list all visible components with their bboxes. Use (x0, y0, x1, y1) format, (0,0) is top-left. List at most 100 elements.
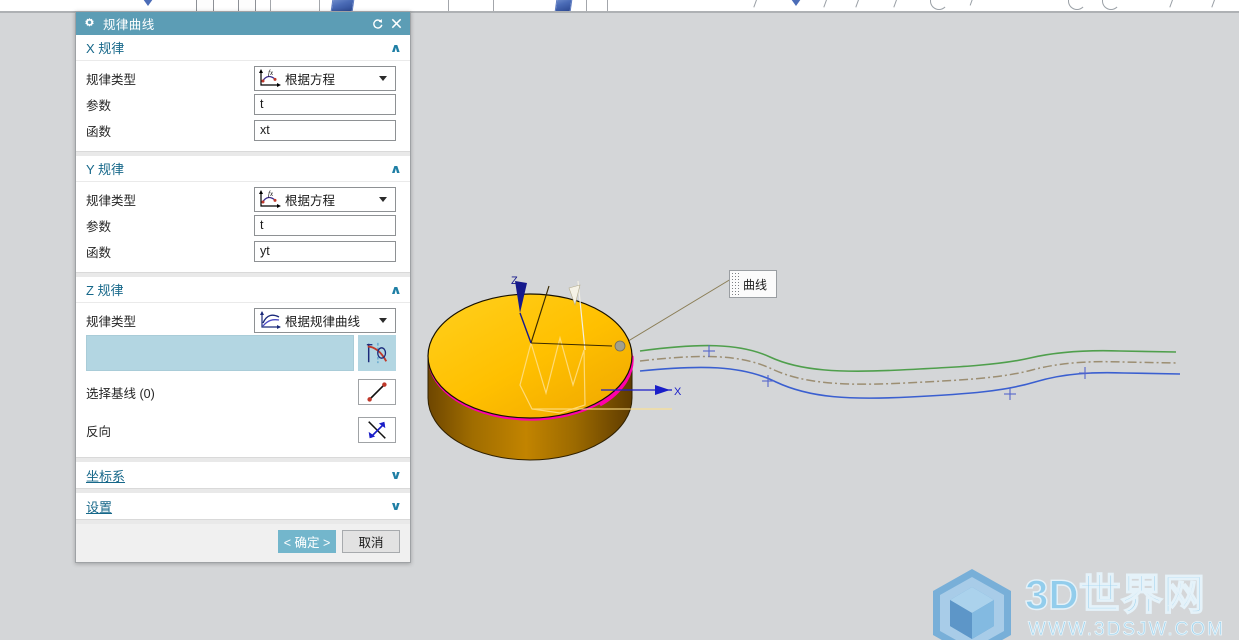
section-header-z-law[interactable]: Z 规律 ∧ (76, 277, 410, 303)
reverse-direction-button[interactable] (358, 417, 396, 443)
select-baseline-button[interactable] (358, 379, 396, 405)
toolbar-icon-line-c[interactable] (855, 0, 863, 8)
chevron-down-icon[interactable]: ∨ (390, 499, 402, 513)
toolbar-icon-line-f[interactable] (1169, 0, 1177, 8)
site-watermark: 3D世界网 WWW.3DSJW.COM (925, 565, 1235, 640)
svg-text:fx: fx (268, 190, 274, 198)
chevron-up-icon[interactable]: ∧ (390, 41, 402, 55)
selected-point-marker (614, 340, 626, 352)
row-x-law-type: 规律类型 fx 根据方程 (76, 65, 410, 91)
dialog-body: X 规律 ∧ 规律类型 fx 根据方程 参数 t 函数 xt Y 规律 ∧ 规律… (76, 35, 410, 562)
z-axis-label: Z (511, 275, 518, 287)
row-y-function: 函数 yt (76, 238, 410, 264)
row-y-law-type: 规律类型 fx 根据方程 (76, 186, 410, 212)
chevron-down-icon[interactable] (379, 75, 387, 81)
section-header-x-law[interactable]: X 规律 ∧ (76, 35, 410, 61)
x-axis-label: X (674, 386, 682, 398)
section-z-law: Z 规律 ∧ 规律类型 根据规律曲线 选择基线 (0) 反向 (76, 277, 410, 458)
row-x-parameter: 参数 t (76, 91, 410, 117)
section-header-settings[interactable]: 设置 ∨ (76, 493, 410, 519)
curve-label-tag[interactable]: 曲线 (729, 270, 777, 298)
app-root: Z X 曲线 3D世界网 WWW.3DSJW.COM 规律曲线 X 规律 ∧ 规… (0, 0, 1239, 640)
toolbar-icon-line-e[interactable] (969, 0, 977, 6)
leader-line (619, 278, 732, 347)
row-z-law-type: 规律类型 根据规律曲线 (76, 307, 410, 333)
section-title-y-law: Y 规律 (86, 162, 125, 177)
label-y-function: 函数 (86, 245, 112, 260)
x-law-type-value: 根据方程 (285, 72, 336, 87)
y-function-input[interactable]: yt (254, 240, 396, 262)
baseline-line-icon (367, 382, 387, 402)
section-title-csys: 坐标系 (86, 468, 126, 484)
toolbar-icon-line-g[interactable] (1211, 0, 1219, 8)
toolbar-icon-extrude[interactable] (138, 0, 158, 6)
chevron-down-icon[interactable]: ∨ (390, 468, 402, 482)
toolbar-icon-circle-a[interactable] (1068, 0, 1086, 10)
reverse-direction-icon (368, 421, 386, 439)
select-law-curve-icon (366, 342, 388, 364)
toolbar-icon-line-a[interactable] (753, 0, 761, 8)
section-header-y-law[interactable]: Y 规律 ∧ (76, 156, 410, 182)
section-settings: 设置 ∨ (76, 493, 410, 520)
row-select-law-curve (76, 333, 410, 373)
ok-button[interactable]: < 确定 > (278, 530, 336, 553)
label-select-baseline: 选择基线 (0) (86, 386, 155, 401)
section-csys: 坐标系 ∨ (76, 462, 410, 489)
chevron-down-icon[interactable] (379, 317, 387, 323)
close-icon[interactable] (387, 14, 406, 33)
fx-curve-icon: fx (259, 68, 281, 87)
law-curve-dialog[interactable]: 规律曲线 X 规律 ∧ 规律类型 fx 根据方程 参数 t 函数 xt Y 规律… (75, 11, 411, 563)
law-curve-icon (260, 310, 281, 329)
row-select-baseline: 选择基线 (0) (76, 373, 410, 411)
select-law-curve-button[interactable] (358, 335, 396, 371)
cylinder-top-face (427, 293, 633, 419)
select-law-curve-field[interactable] (86, 335, 354, 371)
chevron-up-icon[interactable]: ∧ (390, 162, 402, 176)
svg-text:fx: fx (268, 69, 274, 77)
reset-icon[interactable] (368, 14, 387, 33)
label-x-parameter: 参数 (86, 98, 112, 113)
chevron-down-icon[interactable] (379, 196, 387, 202)
toolbar-icon-circle-b[interactable] (1102, 0, 1120, 10)
label-z-law-type: 规律类型 (86, 314, 137, 329)
section-body-y-law: 规律类型 fx 根据方程 参数 t 函数 yt (76, 182, 410, 272)
x-parameter-input[interactable]: t (254, 93, 396, 115)
chevron-up-icon[interactable]: ∧ (390, 283, 402, 297)
curve-label-text: 曲线 (743, 277, 768, 292)
z-law-type-combo[interactable]: 根据规律曲线 (254, 307, 396, 333)
section-title-x-law: X 规律 (86, 41, 125, 56)
drag-grip-icon[interactable] (730, 271, 741, 297)
section-title-settings: 设置 (86, 499, 113, 515)
section-y-law: Y 规律 ∧ 规律类型 fx 根据方程 参数 t 函数 yt (76, 156, 410, 273)
dialog-footer: < 确定 > 取消 (76, 524, 410, 562)
y-law-type-value: 根据方程 (285, 193, 336, 208)
label-y-parameter: 参数 (86, 219, 112, 234)
dialog-titlebar[interactable]: 规律曲线 (76, 12, 410, 35)
row-reverse-direction: 反向 (76, 411, 410, 449)
label-x-function: 函数 (86, 124, 112, 139)
dialog-title: 规律曲线 (103, 18, 155, 32)
label-y-law-type: 规律类型 (86, 193, 137, 208)
section-body-x-law: 规律类型 fx 根据方程 参数 t 函数 xt (76, 61, 410, 151)
x-law-type-combo[interactable]: fx 根据方程 (254, 65, 396, 91)
label-reverse-direction: 反向 (86, 424, 112, 439)
toolbar-icon-arc-a[interactable] (930, 0, 948, 10)
y-law-type-combo[interactable]: fx 根据方程 (254, 186, 396, 212)
section-x-law: X 规律 ∧ 规律类型 fx 根据方程 参数 t 函数 xt (76, 35, 410, 152)
section-header-csys[interactable]: 坐标系 ∨ (76, 462, 410, 488)
toolbar-icon-line-b[interactable] (823, 0, 831, 8)
fx-curve-icon: fx (259, 189, 281, 208)
y-parameter-input[interactable]: t (254, 214, 396, 236)
toolbar-icon-datum[interactable] (786, 0, 806, 6)
section-title-z-law: Z 规律 (86, 283, 124, 298)
x-function-input[interactable]: xt (254, 119, 396, 141)
z-law-type-value: 根据规律曲线 (285, 314, 361, 329)
cancel-button[interactable]: 取消 (342, 530, 400, 553)
row-x-function: 函数 xt (76, 117, 410, 143)
watermark-logo-icon (933, 569, 1011, 640)
label-x-law-type: 规律类型 (86, 72, 137, 87)
toolbar-icon-line-d[interactable] (893, 0, 901, 8)
section-body-z-law: 规律类型 根据规律曲线 选择基线 (0) 反向 (76, 303, 410, 457)
watermark-url: WWW.3DSJW.COM (1028, 619, 1225, 640)
watermark-brand: 3D世界网 (1025, 571, 1205, 618)
